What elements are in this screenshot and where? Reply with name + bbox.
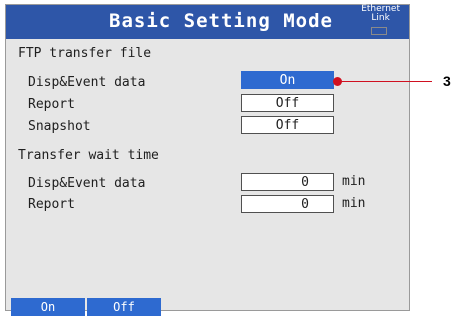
link-status-label: Link: [371, 13, 390, 23]
wait-disp-event-unit: min: [342, 174, 366, 189]
link-indicator-icon: [371, 27, 387, 35]
setting-screen: Basic Setting Mode Ethernet Link FTP tra…: [5, 4, 410, 316]
softkey-off-button[interactable]: Off: [87, 298, 161, 316]
callout-line: [337, 81, 432, 82]
wait-disp-event-value[interactable]: 0: [241, 173, 334, 191]
page-title: Basic Setting Mode: [109, 10, 333, 32]
softkey-bar: On Off: [11, 298, 163, 316]
wait-report-unit: min: [342, 196, 366, 211]
ethernet-status: Ethernet Link: [361, 5, 400, 23]
wait-disp-event-label: Disp&Event data: [28, 176, 146, 191]
ftp-disp-event-value[interactable]: On: [241, 71, 334, 89]
ftp-report-value[interactable]: Off: [241, 94, 334, 112]
wait-report-label: Report: [28, 197, 75, 212]
callout-dot-icon: [333, 77, 342, 86]
wait-report-value[interactable]: 0: [241, 195, 334, 213]
ftp-snapshot-label: Snapshot: [28, 119, 91, 134]
callout-number: 3: [443, 73, 451, 89]
wait-section-label: Transfer wait time: [18, 148, 159, 163]
ftp-snapshot-value[interactable]: Off: [241, 116, 334, 134]
ftp-section-label: FTP transfer file: [18, 46, 152, 61]
softkey-on-button[interactable]: On: [11, 298, 85, 316]
ftp-disp-event-label: Disp&Event data: [28, 75, 146, 90]
title-bar: Basic Setting Mode Ethernet Link: [6, 5, 409, 39]
ftp-report-label: Report: [28, 97, 75, 112]
